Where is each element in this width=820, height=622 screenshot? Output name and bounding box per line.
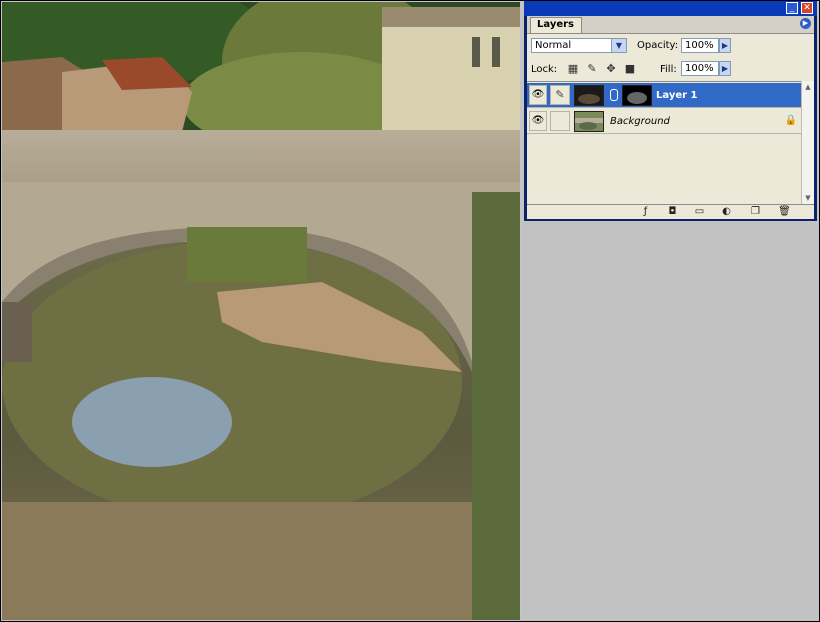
new-group-icon[interactable]: ▭ [693, 206, 706, 218]
tab-strip: Layers ▶ [527, 16, 814, 34]
eye-icon: 👁 [531, 89, 545, 100]
tab-layers[interactable]: Layers [530, 17, 582, 33]
layer-style-icon[interactable]: ƒ [639, 206, 652, 218]
close-button[interactable]: ✕ [801, 2, 813, 14]
visibility-toggle[interactable]: 👁 [529, 85, 547, 105]
image-canvas[interactable] [2, 2, 520, 620]
eye-icon: 👁 [531, 115, 545, 126]
lock-brush-icon[interactable]: ✎ [586, 62, 598, 75]
layer-list: 👁 ✎ Layer 1 👁 Background 🔒 [527, 81, 801, 205]
adjustment-layer-icon[interactable]: ◐ [720, 206, 733, 218]
visibility-toggle[interactable]: 👁 [529, 111, 547, 131]
layer-row-background[interactable]: 👁 Background 🔒 [527, 109, 801, 134]
layers-palette: _ ✕ Layers ▶ Normal ▼ Opacity: 100% ▶ Lo… [524, 1, 817, 221]
minimize-button[interactable]: _ [786, 2, 798, 14]
lock-label: Lock: [531, 64, 558, 75]
blend-mode-select[interactable]: Normal ▼ [531, 38, 627, 53]
layer-thumbnail[interactable] [574, 85, 604, 106]
mask-thumb-image [623, 86, 651, 105]
opacity-label: Opacity: [637, 40, 679, 51]
layer-thumbnail[interactable] [574, 111, 604, 132]
layer-list-scrollbar[interactable]: ▲ ▼ [801, 81, 814, 204]
add-mask-icon[interactable]: ◘ [666, 206, 679, 218]
layer-name[interactable]: Background [610, 116, 670, 127]
scroll-up-icon[interactable]: ▲ [802, 81, 814, 93]
bridge-photo [2, 2, 520, 620]
palette-footer: ƒ ◘ ▭ ◐ ❐ 🗑 [527, 204, 814, 219]
fill-label: Fill: [660, 64, 677, 75]
mask-thumbnail[interactable] [622, 85, 652, 106]
link-slot[interactable] [550, 111, 570, 131]
layer-name[interactable]: Layer 1 [656, 90, 697, 101]
background-thumb-image [575, 112, 603, 131]
palette-titlebar[interactable]: _ ✕ [524, 1, 817, 16]
lock-move-icon[interactable]: ✥ [605, 62, 617, 75]
opacity-input[interactable]: 100% [681, 38, 719, 53]
trash-icon[interactable]: 🗑 [778, 206, 791, 218]
lock-transparent-icon[interactable]: ▦ [567, 62, 579, 75]
opacity-slider-arrow-icon[interactable]: ▶ [719, 38, 731, 53]
fill-input[interactable]: 100% [681, 61, 719, 76]
layer-row-layer-1[interactable]: 👁 ✎ Layer 1 [527, 83, 801, 108]
workspace-background [522, 223, 819, 621]
flyout-menu-icon[interactable]: ▶ [800, 18, 811, 29]
layer-thumb-image [575, 86, 603, 105]
chevron-down-icon[interactable]: ▼ [611, 39, 626, 52]
blend-mode-value: Normal [535, 40, 572, 51]
new-layer-icon[interactable]: ❐ [749, 206, 762, 218]
lock-all-icon[interactable]: ■ [624, 62, 636, 75]
lock-icon: 🔒 [784, 115, 797, 126]
photoshop-window: _ ✕ Layers ▶ Normal ▼ Opacity: 100% ▶ Lo… [0, 0, 820, 622]
mask-link-icon[interactable] [610, 89, 618, 101]
brush-link-icon[interactable]: ✎ [550, 85, 570, 105]
layers-panel: Layers ▶ Normal ▼ Opacity: 100% ▶ Lock: … [527, 16, 814, 219]
scroll-down-icon[interactable]: ▼ [802, 192, 814, 204]
fill-slider-arrow-icon[interactable]: ▶ [719, 61, 731, 76]
